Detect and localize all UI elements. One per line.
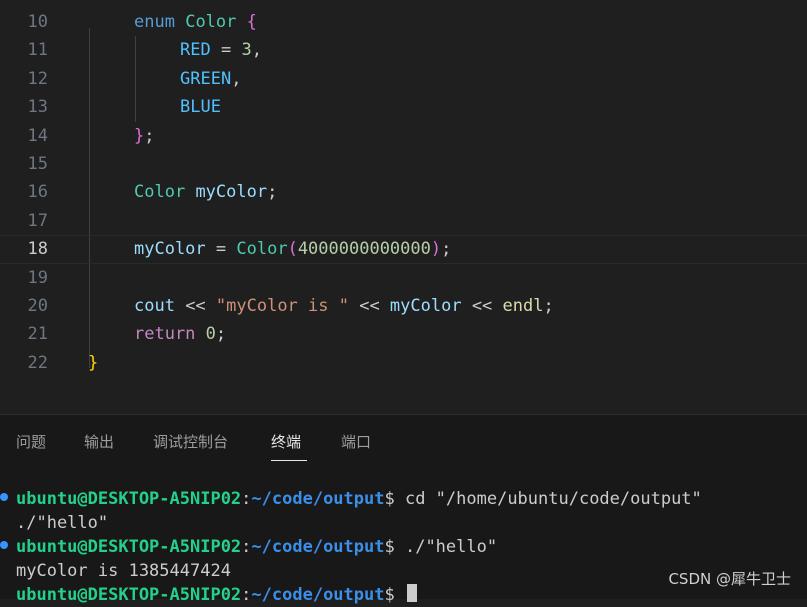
active-tab-indicator — [271, 460, 307, 461]
operator: << — [174, 296, 216, 316]
line-number: 13 — [27, 97, 48, 118]
type-name: Color — [134, 182, 186, 203]
keyword: enum — [134, 12, 175, 32]
enumerator: RED — [180, 40, 211, 61]
line-number: 19 — [27, 267, 48, 288]
terminal-line: ubuntu@DESKTOP-A5NIP02:~/code/output$ cd… — [16, 487, 702, 511]
prompt-separator: : — [241, 537, 252, 557]
type-name: Color — [185, 12, 237, 32]
comma: , — [251, 40, 262, 61]
terminal-line: ./"hello" — [16, 513, 109, 533]
command-decoration-icon[interactable] — [0, 541, 8, 549]
brace: } — [88, 352, 99, 373]
watermark: CSDN @犀牛卫士 — [668, 570, 791, 588]
brace: } — [134, 125, 145, 146]
line-number: 10 — [27, 12, 48, 32]
string-literal: "myColor is " — [215, 296, 349, 316]
code-line-22: 22 } — [0, 349, 807, 377]
brace: { — [246, 12, 257, 32]
terminal-output: myColor is 1385447424 — [16, 561, 231, 581]
line-number: 21 — [27, 324, 48, 345]
number-literal: 4000000000000 — [297, 239, 431, 260]
semicolon: ; — [543, 296, 554, 316]
line-number: 12 — [27, 68, 48, 89]
comma: , — [231, 68, 242, 89]
code-line-19: 19 — [0, 264, 807, 292]
enumerator: GREEN — [180, 68, 232, 89]
code-line-20: 20 cout << "myColor is " << myColor << e… — [0, 292, 807, 320]
panel-tabs: 问题 输出 调试控制台 终端 端口 — [0, 415, 807, 467]
line-number: 11 — [27, 40, 48, 61]
semicolon: ; — [441, 239, 452, 260]
prompt-user: ubuntu@DESKTOP-A5NIP02 — [16, 489, 242, 509]
terminal-command: ./"hello" — [394, 537, 498, 557]
operator: << — [461, 296, 503, 316]
prompt-user: ubuntu@DESKTOP-A5NIP02 — [16, 537, 242, 557]
prompt-path: ~/code/output — [251, 489, 385, 509]
operator: << — [348, 296, 390, 316]
line-number: 22 — [27, 352, 48, 373]
code-line-16: 16 Color myColor; — [0, 178, 807, 206]
line-number: 20 — [27, 296, 48, 316]
code-line-18-current: 18 myColor = Color(4000000000000); — [0, 235, 807, 264]
paren: ) — [430, 239, 442, 260]
command-decoration-icon[interactable] — [0, 493, 8, 501]
operator: = — [205, 239, 237, 260]
code-line-12: 12 GREEN, — [0, 65, 807, 93]
code-line-21: 21 return 0; — [0, 320, 807, 348]
type-name: Color — [236, 239, 288, 260]
prompt-path: ~/code/output — [251, 585, 385, 605]
variable: myColor — [134, 239, 206, 260]
code-line-13: 13 BLUE — [0, 93, 807, 121]
prompt-separator: : — [241, 489, 252, 509]
terminal-line: ubuntu@DESKTOP-A5NIP02:~/code/output$ — [16, 583, 417, 607]
terminal-line: ubuntu@DESKTOP-A5NIP02:~/code/output$ ./… — [16, 535, 497, 559]
line-number: 17 — [27, 210, 48, 231]
variable: cout — [134, 296, 175, 316]
tab-terminal[interactable]: 终端 — [271, 431, 301, 452]
semicolon: ; — [215, 324, 227, 345]
line-number: 15 — [27, 154, 48, 174]
terminal-command: cd "/home/ubuntu/code/output" — [394, 489, 702, 509]
prompt-user: ubuntu@DESKTOP-A5NIP02 — [16, 585, 242, 605]
tab-ports[interactable]: 端口 — [341, 431, 371, 452]
keyword: return — [134, 324, 196, 345]
tab-debug-console[interactable]: 调试控制台 — [153, 431, 228, 452]
code-line-15: 15 — [0, 150, 807, 178]
code-line-11: 11 RED = 3, — [0, 36, 807, 64]
number-literal: 0 — [205, 324, 216, 345]
semicolon: ; — [144, 125, 155, 146]
code-editor[interactable]: 10 enum Color { 11 RED = 3, 12 GREEN, 13… — [0, 0, 807, 400]
variable: myColor — [195, 182, 268, 203]
line-number: 16 — [27, 182, 48, 203]
prompt-path: ~/code/output — [251, 537, 385, 557]
enumerator: BLUE — [180, 97, 221, 118]
operator: = — [210, 40, 242, 61]
function-name: endl — [502, 296, 544, 316]
code-line-10: 10 enum Color { — [0, 8, 807, 36]
code-line-14: 14 }; — [0, 122, 807, 150]
semicolon: ; — [267, 182, 278, 203]
paren: ( — [287, 239, 298, 260]
prompt-separator: : — [241, 585, 252, 605]
tab-problems[interactable]: 问题 — [16, 431, 46, 452]
prompt-symbol: $ — [384, 537, 395, 557]
terminal-cursor — [406, 584, 417, 602]
code-line-17: 17 — [0, 207, 807, 235]
line-number-active: 18 — [27, 239, 48, 260]
tab-output[interactable]: 输出 — [84, 431, 114, 452]
number-literal: 3 — [241, 40, 252, 61]
line-number: 14 — [27, 125, 48, 146]
variable: myColor — [389, 296, 462, 316]
prompt-symbol: $ — [384, 585, 395, 605]
prompt-symbol: $ — [384, 489, 395, 509]
terminal-command — [395, 585, 405, 605]
